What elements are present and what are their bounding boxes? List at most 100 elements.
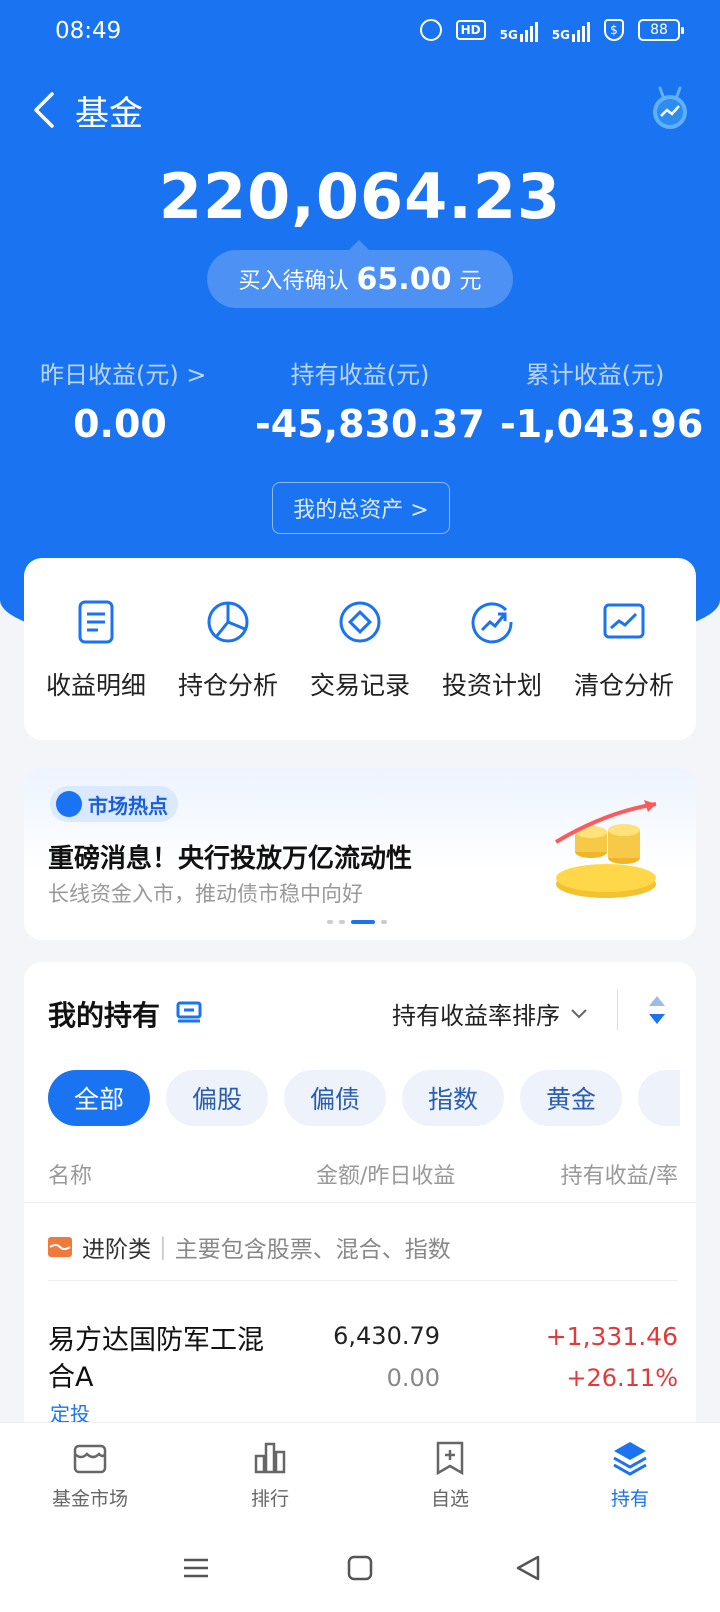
- carousel-dot: [381, 920, 387, 924]
- fund-yesterday-profit: 0.00: [386, 1364, 440, 1392]
- stat-holding-profit: 持有收益(元) -45,830.37: [255, 355, 485, 446]
- bottom-navigation: 基金市场 排行 自选 持有: [0, 1422, 720, 1526]
- assistant-robot-icon[interactable]: [648, 84, 692, 132]
- quick-action-label: 交易记录: [309, 671, 410, 700]
- category-icon: [48, 1237, 72, 1257]
- signal-icon-2: 5G: [552, 18, 590, 42]
- pending-label: 买入待确认: [238, 269, 349, 294]
- quick-action-trade-records[interactable]: 交易记录: [295, 596, 425, 702]
- alarm-icon: [419, 19, 442, 41]
- quick-action-profit-details[interactable]: 收益明细: [31, 596, 161, 702]
- quick-action-label: 清仓分析: [573, 671, 674, 700]
- page-title: 基金: [75, 94, 143, 134]
- status-bar: 08:49 HD 5G 5G $ 88: [0, 0, 720, 64]
- stat-label: 昨日收益(元) >: [40, 361, 207, 389]
- filter-chip-more[interactable]: [638, 1070, 680, 1126]
- nav-header: 基金: [0, 80, 720, 140]
- battery-icon: 88: [638, 19, 684, 41]
- quick-action-investment-plan[interactable]: 投资计划: [427, 596, 557, 702]
- quick-action-position-analysis[interactable]: 持仓分析: [163, 596, 293, 702]
- flame-icon: [56, 791, 82, 817]
- quick-action-label: 投资计划: [441, 671, 542, 700]
- banner-subtitle: 长线资金入市，推动债市稳中向好: [48, 882, 363, 906]
- trend-circle-icon: [471, 602, 513, 644]
- bar-chart-icon: [254, 1442, 286, 1474]
- quick-action-label: 收益明细: [45, 671, 146, 700]
- hd-badge-icon: HD: [455, 20, 486, 40]
- status-icons: HD 5G 5G $ 88: [419, 18, 684, 42]
- filter-chip-equity[interactable]: 偏股: [166, 1070, 268, 1126]
- diamond-circle-icon: [339, 601, 381, 643]
- filter-chips: 全部 偏股 偏债 指数 黄金: [48, 1070, 680, 1126]
- table-header: 名称 金额/昨日收益 持有收益/率: [48, 1158, 678, 1194]
- quick-action-label: 持仓分析: [177, 671, 278, 700]
- stat-label: 累计收益(元): [525, 361, 665, 389]
- stat-yesterday-profit[interactable]: 昨日收益(元) > 0.00: [40, 355, 207, 446]
- column-name: 名称: [48, 1164, 93, 1189]
- filter-chip-index[interactable]: 指数: [402, 1070, 504, 1126]
- carousel-dot: [327, 920, 333, 924]
- line-chart-icon: [603, 603, 645, 639]
- fund-name: 易方达国防军工混合A: [48, 1325, 264, 1393]
- status-time: 08:49: [55, 18, 122, 44]
- banner-tag: 市场热点: [50, 786, 178, 822]
- total-assets-button[interactable]: 我的总资产 >: [272, 482, 450, 534]
- market-hotspot-banner[interactable]: 市场热点 重磅消息！央行投放万亿流动性 长线资金入市，推动债市稳中向好: [24, 768, 696, 940]
- sort-order-icon[interactable]: [648, 994, 666, 1026]
- fund-profit-rate: +26.11%: [566, 1364, 678, 1392]
- my-holdings-card: 我的持有 持有收益率排序 全部 偏股 偏债 指数 黄金 名称 金额/昨日收益 持…: [24, 962, 696, 1426]
- home-icon[interactable]: [344, 1552, 376, 1584]
- nav-label: 基金市场: [51, 1488, 128, 1510]
- system-navigation-bar: [0, 1526, 720, 1612]
- carousel-indicator: [327, 920, 387, 924]
- banner-tag-label: 市场热点: [88, 793, 168, 818]
- category-name: 进阶类: [82, 1237, 151, 1263]
- carousel-dot-active: [351, 920, 375, 924]
- total-amount: 220,064.23: [158, 160, 562, 233]
- nav-label: 自选: [430, 1488, 469, 1510]
- filter-chip-gold[interactable]: 黄金: [520, 1070, 622, 1126]
- quick-actions-card: 收益明细 持仓分析 交易记录 投资计划 清仓分析: [24, 558, 696, 740]
- pending-unit: 元: [459, 269, 482, 294]
- signal-icon: 5G: [500, 18, 538, 42]
- gold-coins-illustration: [554, 800, 657, 898]
- layers-icon: [613, 1442, 647, 1476]
- pending-confirmation[interactable]: 买入待确认 65.00 元: [207, 240, 513, 308]
- bookmark-plus-icon: [436, 1441, 464, 1476]
- nav-label: 持有: [610, 1488, 649, 1510]
- chevron-down-icon: [571, 1008, 587, 1018]
- shield-icon: $: [604, 19, 624, 41]
- nav-fund-market[interactable]: 基金市场: [0, 1423, 180, 1526]
- pie-chart-icon: [207, 601, 249, 643]
- filter-chip-all[interactable]: 全部: [48, 1070, 150, 1126]
- divider: [617, 990, 618, 1030]
- holdings-title: 我的持有: [48, 999, 161, 1032]
- nav-watchlist[interactable]: 自选: [360, 1423, 540, 1526]
- stat-value: -1,043.96: [500, 402, 704, 446]
- stat-value: 0.00: [73, 402, 167, 446]
- back-icon[interactable]: [512, 1552, 544, 1584]
- quick-action-liquidation-analysis[interactable]: 清仓分析: [559, 596, 689, 702]
- banner-title: 重磅消息！央行投放万亿流动性: [48, 844, 413, 874]
- stat-label: 持有收益(元): [290, 361, 430, 389]
- divider: [24, 1202, 696, 1203]
- total-assets-label: 我的总资产 >: [293, 498, 429, 523]
- back-arrow-icon[interactable]: [26, 88, 66, 132]
- nav-ranking[interactable]: 排行: [180, 1423, 360, 1526]
- sort-select[interactable]: 持有收益率排序: [392, 996, 588, 1031]
- sort-label: 持有收益率排序: [392, 1002, 560, 1030]
- store-icon: [73, 1444, 107, 1474]
- fund-amount: 6,430.79: [333, 1322, 440, 1350]
- category-header: 进阶类 | 主要包含股票、混合、指数: [48, 1230, 451, 1264]
- nav-holdings[interactable]: 持有: [540, 1423, 720, 1526]
- eye-toggle-icon[interactable]: [176, 998, 202, 1024]
- pending-value: 65.00: [356, 261, 452, 297]
- nav-label: 排行: [250, 1488, 289, 1510]
- carousel-dot: [339, 920, 345, 924]
- stat-value: -45,830.37: [255, 402, 485, 446]
- stat-cumulative-profit: 累计收益(元) -1,043.96: [500, 355, 704, 446]
- filter-chip-bond[interactable]: 偏债: [284, 1070, 386, 1126]
- divider: [48, 1280, 678, 1281]
- category-description: 主要包含股票、混合、指数: [174, 1237, 451, 1263]
- menu-icon[interactable]: [180, 1552, 212, 1584]
